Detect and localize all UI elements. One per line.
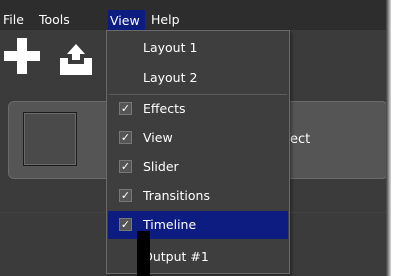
menu-item-transitions[interactable]: ✓ Transitions [108, 182, 288, 210]
menu-item-label: Slider [143, 159, 179, 174]
menu-item-label: Layout 2 [143, 70, 198, 85]
effect-thumbnail[interactable] [23, 112, 77, 166]
plus-icon[interactable] [4, 38, 40, 74]
menu-view[interactable]: View [108, 10, 145, 30]
menu-item-label: Output #1 [143, 249, 209, 264]
checkmark-icon[interactable]: ✓ [119, 189, 132, 202]
menubar: File Tools View Help [0, 0, 391, 30]
checkmark-icon[interactable]: ✓ [119, 102, 132, 115]
plus-icon-vertical [17, 38, 27, 74]
menu-item-label: Layout 1 [143, 40, 198, 55]
upload-icon[interactable] [58, 42, 94, 76]
menu-item-label: Transitions [143, 188, 210, 203]
checkmark-icon[interactable]: ✓ [119, 218, 132, 231]
menu-help[interactable]: Help [148, 9, 183, 30]
menu-item-label: Timeline [143, 217, 197, 232]
checkmark-icon[interactable]: ✓ [119, 131, 132, 144]
menu-item-layout-2[interactable]: Layout 2 [108, 64, 288, 92]
menu-item-label: Effects [143, 101, 186, 116]
menu-item-output-1[interactable]: Output #1 [108, 243, 288, 271]
menu-item-layout-1[interactable]: Layout 1 [108, 34, 288, 62]
app-window: File Tools View Help ffect Layout 1 Layo… [0, 0, 395, 276]
window-edge [391, 0, 395, 276]
text-cursor [137, 231, 150, 276]
menu-item-timeline[interactable]: ✓ Timeline [108, 211, 288, 239]
checkmark-icon[interactable]: ✓ [119, 160, 132, 173]
menu-tools[interactable]: Tools [36, 9, 73, 30]
menu-file[interactable]: File [0, 9, 27, 30]
upload-icon-graphic [60, 44, 92, 75]
menu-item-slider[interactable]: ✓ Slider [108, 153, 288, 181]
menu-item-effects[interactable]: ✓ Effects [108, 95, 288, 123]
view-menu-dropdown: Layout 1 Layout 2 ✓ Effects ✓ View ✓ Sli… [106, 30, 290, 274]
menu-item-label: View [143, 130, 173, 145]
menu-item-view[interactable]: ✓ View [108, 124, 288, 152]
